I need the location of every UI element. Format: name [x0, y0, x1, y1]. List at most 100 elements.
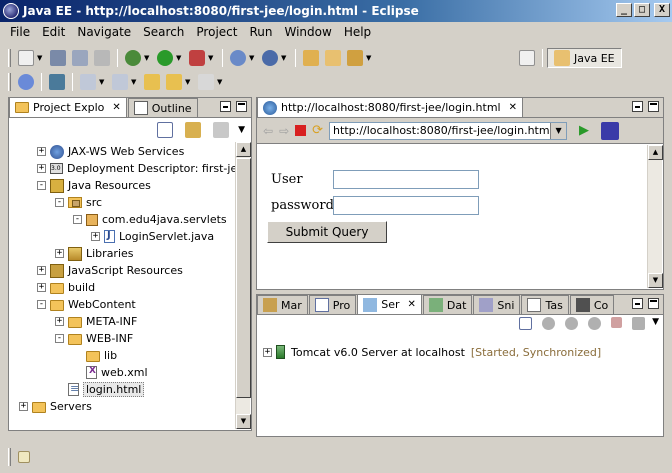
view-filters-icon[interactable] [213, 122, 230, 138]
scroll-thumb[interactable] [236, 158, 251, 398]
new-dropdown-icon[interactable]: ▼ [37, 54, 44, 62]
url-history-dropdown-icon[interactable]: ▼ [550, 122, 567, 139]
menu-project[interactable]: Project [190, 25, 243, 39]
expand-icon[interactable]: + [19, 402, 28, 411]
run-icon[interactable] [157, 50, 173, 66]
forward-dropdown-icon[interactable]: ▼ [217, 78, 224, 86]
new-web-service-dropdown-icon[interactable]: ▼ [281, 54, 288, 62]
link-with-editor-icon[interactable] [185, 122, 202, 138]
expand-icon[interactable]: + [37, 283, 46, 292]
collapse-icon[interactable]: - [73, 215, 82, 224]
menu-search[interactable]: Search [137, 25, 190, 39]
open-web-browser-icon[interactable] [18, 74, 34, 90]
tab-markers[interactable]: Mar [257, 295, 308, 314]
previous-annotation-icon[interactable] [112, 74, 128, 90]
tree-item-meta-inf[interactable]: + META-INF [11, 313, 235, 330]
debug-icon[interactable] [125, 50, 141, 66]
external-tools-icon[interactable] [189, 50, 205, 66]
close-tab-icon[interactable]: ✕ [408, 299, 416, 310]
tree-item-loginservlet[interactable]: + LoginServlet.java [11, 228, 235, 245]
save-all-icon[interactable] [72, 50, 88, 66]
window-title-bar[interactable]: Java EE - http://localhost:8080/first-je… [0, 0, 672, 22]
expand-icon[interactable]: + [37, 147, 46, 156]
submit-query-button[interactable]: Submit Query [267, 221, 387, 243]
collapse-all-icon[interactable] [157, 122, 174, 138]
toolbar-grip[interactable] [8, 73, 11, 91]
scroll-down-icon[interactable]: ▼ [648, 273, 663, 288]
back-dropdown-icon[interactable]: ▼ [185, 78, 192, 86]
close-button[interactable]: X [654, 3, 670, 17]
password-input[interactable] [333, 196, 479, 215]
tree-item-package[interactable]: - com.edu4java.servlets [11, 211, 235, 228]
scroll-up-icon[interactable]: ▲ [648, 145, 663, 160]
expand-icon[interactable]: + [55, 317, 64, 326]
tab-console[interactable]: Co [569, 295, 615, 314]
perspective-java-ee-button[interactable]: Java EE [547, 48, 622, 68]
new-icon[interactable] [18, 50, 34, 66]
tab-browser[interactable]: http://localhost:8080/first-jee/login.ht… [257, 97, 523, 117]
tree-item-build[interactable]: + build [11, 279, 235, 296]
tab-properties[interactable]: Pro [308, 295, 357, 314]
tree-vertical-scrollbar[interactable]: ▲ ▼ [235, 142, 251, 429]
server-entry[interactable]: + Tomcat v6.0 Server at localhost [Start… [263, 345, 601, 359]
tree-item-libraries[interactable]: + Libraries [11, 245, 235, 262]
new-server-icon[interactable] [230, 50, 246, 66]
collapse-icon[interactable]: - [37, 300, 46, 309]
maximize-button[interactable]: □ [634, 3, 650, 17]
external-tools-dropdown-icon[interactable]: ▼ [208, 54, 215, 62]
tree-item-servers[interactable]: + Servers [11, 398, 235, 415]
open-type-icon[interactable] [303, 50, 319, 66]
view-menu-icon[interactable]: ▼ [652, 317, 659, 330]
expand-icon[interactable]: + [37, 164, 46, 173]
search-dropdown-icon[interactable]: ▼ [366, 54, 373, 62]
close-tab-icon[interactable]: ✕ [509, 102, 517, 113]
scroll-down-icon[interactable]: ▼ [236, 414, 251, 429]
open-perspective-icon[interactable] [519, 50, 535, 66]
url-input[interactable]: http://localhost:8080/first-jee/login.ht… [329, 121, 568, 140]
menu-help[interactable]: Help [338, 25, 377, 39]
tree-item-javascript-resources[interactable]: + JavaScript Resources [11, 262, 235, 279]
print-icon[interactable] [94, 50, 110, 66]
profile-server-icon[interactable] [588, 317, 602, 330]
eclipse-app-icon[interactable] [3, 3, 19, 19]
fast-view-icon[interactable] [18, 450, 30, 463]
last-edit-location-icon[interactable] [144, 74, 160, 90]
tree-item-webcontent[interactable]: - WebContent [11, 296, 235, 313]
tree-item-login-html[interactable]: login.html [11, 381, 235, 398]
expand-icon[interactable]: + [37, 266, 46, 275]
publish-icon[interactable] [632, 317, 646, 330]
pin-editor-icon[interactable] [49, 74, 65, 90]
tree-item-java-resources[interactable]: - Java Resources [11, 177, 235, 194]
menu-edit[interactable]: Edit [36, 25, 71, 39]
back-arrow-icon[interactable]: ⇦ [263, 124, 273, 138]
browser-vertical-scrollbar[interactable]: ▲ ▼ [647, 145, 663, 288]
minimize-button[interactable]: _ [616, 3, 632, 17]
expand-icon[interactable]: + [91, 232, 100, 241]
menu-navigate[interactable]: Navigate [71, 25, 137, 39]
tab-tasks[interactable]: Tas [521, 295, 569, 314]
stop-icon[interactable] [295, 125, 307, 136]
tab-servers[interactable]: Ser ✕ [357, 294, 422, 314]
maximize-view-icon[interactable] [648, 298, 659, 309]
save-icon[interactable] [50, 50, 66, 66]
minimize-view-icon[interactable] [632, 298, 643, 309]
tab-data-source[interactable]: Dat [422, 295, 473, 314]
maximize-view-icon[interactable] [236, 101, 247, 112]
tab-outline[interactable]: Outline [127, 98, 198, 117]
collapse-all-icon[interactable] [519, 317, 533, 330]
search-icon[interactable] [347, 50, 363, 66]
new-server-dropdown-icon[interactable]: ▼ [249, 54, 256, 62]
minimize-editor-icon[interactable] [632, 101, 643, 112]
collapse-icon[interactable]: - [37, 181, 46, 190]
menu-run[interactable]: Run [243, 25, 278, 39]
scroll-up-icon[interactable]: ▲ [236, 142, 251, 157]
next-annotation-dropdown-icon[interactable]: ▼ [99, 78, 106, 86]
tree-item-web-inf[interactable]: - WEB-INF [11, 330, 235, 347]
next-annotation-icon[interactable] [80, 74, 96, 90]
tab-project-explorer[interactable]: Project Explo ✕ [9, 97, 127, 117]
tree-item-web-xml[interactable]: web.xml [11, 364, 235, 381]
debug-dropdown-icon[interactable]: ▼ [144, 54, 151, 62]
close-tab-icon[interactable]: ✕ [112, 102, 120, 113]
collapse-icon[interactable]: - [55, 198, 64, 207]
stop-server-icon[interactable] [611, 317, 623, 328]
